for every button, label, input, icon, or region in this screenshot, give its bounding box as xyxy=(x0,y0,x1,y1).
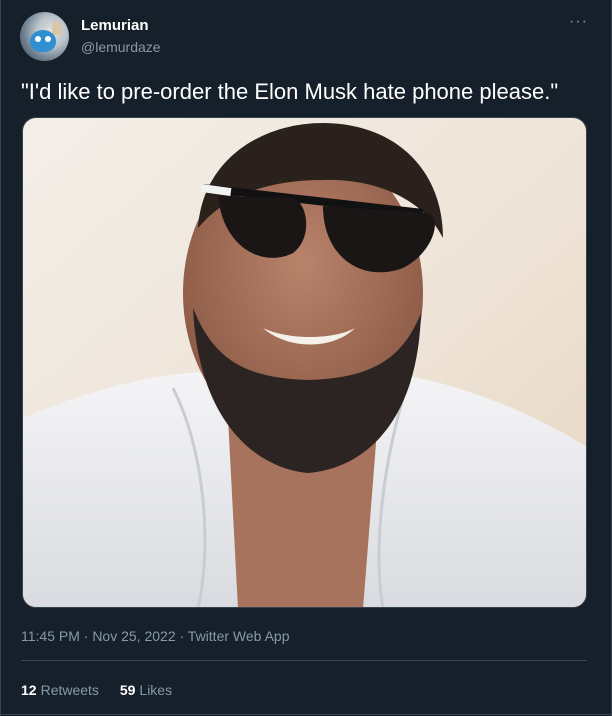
avatar[interactable] xyxy=(20,12,69,61)
tweet-text: "I'd like to pre-order the Elon Musk hat… xyxy=(21,79,559,104)
author-names: Lemurian @lemurdaze xyxy=(81,17,161,56)
retweets-label: Retweets xyxy=(40,682,99,698)
likes-count: 59 xyxy=(119,682,136,698)
retweets-count: 12 xyxy=(21,682,37,698)
avatar-eye-shape xyxy=(45,36,51,42)
tweet-card: Lemurian @lemurdaze ··· "I'd like to pre… xyxy=(0,0,612,716)
avatar-ear-shape xyxy=(52,21,62,35)
divider xyxy=(1,714,612,715)
tweet-media-image[interactable] xyxy=(22,117,587,608)
author-display-name[interactable]: Lemurian xyxy=(81,17,161,35)
likes-stat[interactable]: 59 Likes xyxy=(120,681,172,699)
avatar-figure-shape xyxy=(30,30,56,52)
tweet-header: Lemurian @lemurdaze ··· xyxy=(20,12,596,64)
author-handle[interactable]: @lemurdaze xyxy=(81,38,161,56)
tweet-timestamp[interactable]: 11:45 PM · Nov 25, 2022 · Twitter Web Ap… xyxy=(21,627,289,645)
tweet-stats: 12 Retweets 59 Likes xyxy=(21,681,189,699)
photo-illustration xyxy=(23,118,586,607)
avatar-eye-shape xyxy=(35,36,41,42)
more-horizontal-icon[interactable]: ··· xyxy=(569,14,588,30)
divider xyxy=(21,660,587,661)
likes-label: Likes xyxy=(139,682,173,698)
retweets-stat[interactable]: 12 Retweets xyxy=(21,681,99,699)
